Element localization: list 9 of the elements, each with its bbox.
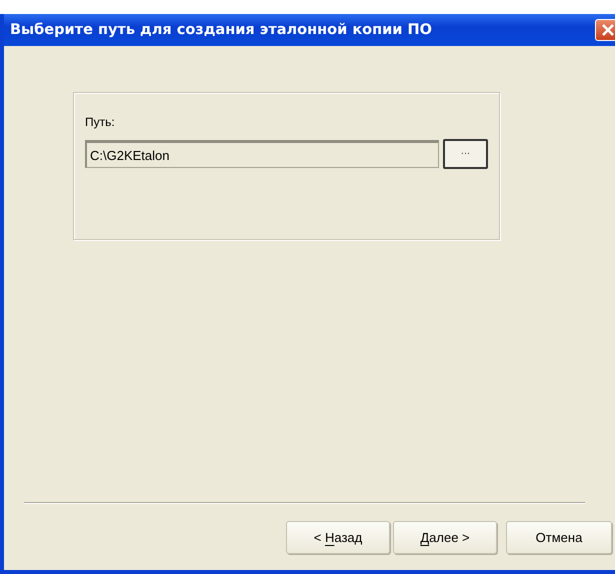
browse-button[interactable]: ...: [442, 139, 488, 169]
window-title: Выберите путь для создания эталонной копии ПО: [10, 22, 432, 38]
wizard-button[interactable]: Далее >: [393, 521, 497, 554]
wizard-button[interactable]: < Назад: [286, 521, 390, 554]
path-input-field[interactable]: C:\G2KEtalon: [85, 140, 439, 168]
path-label: Путь:: [85, 115, 116, 129]
close-button[interactable]: [595, 19, 615, 41]
wizard-button[interactable]: Отмена: [506, 521, 612, 554]
close-icon: [601, 23, 615, 37]
